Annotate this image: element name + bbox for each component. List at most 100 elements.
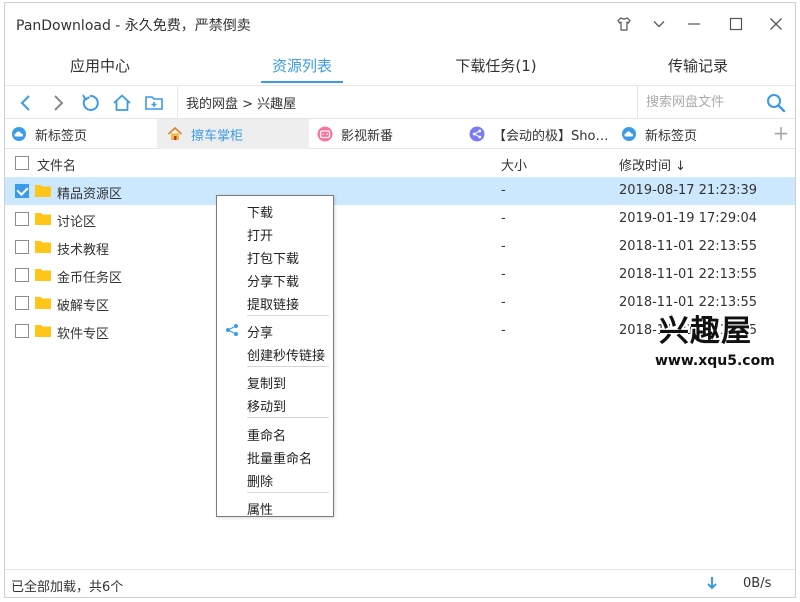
- table-row[interactable]: 精品资源区 - 2019-08-17 21:23:39: [5, 177, 795, 205]
- menu-item-label: 打开: [247, 229, 274, 244]
- row-checkbox[interactable]: [15, 324, 29, 338]
- tab-app-center[interactable]: 应用中心: [45, 45, 155, 85]
- browser-tab-label: 新标签页: [645, 128, 698, 144]
- browser-tab-new-2[interactable]: 新标签页: [621, 119, 767, 149]
- menu-item-label: 复制到: [247, 377, 287, 392]
- menu-item-extract-link[interactable]: 提取链接: [217, 291, 333, 313]
- folder-icon: [35, 325, 51, 337]
- menu-item-share[interactable]: 分享: [217, 319, 333, 341]
- menu-item-share-download[interactable]: 分享下载: [217, 268, 333, 290]
- main-tabs: 应用中心 资源列表 下载任务(1) 传输记录: [5, 45, 795, 85]
- share-icon: [226, 324, 238, 336]
- browser-tab-huidong[interactable]: 【会动的极】Sho…: [469, 119, 613, 149]
- file-name: 精品资源区: [57, 187, 123, 202]
- browser-tab-label: 【会动的极】Sho…: [493, 128, 609, 144]
- file-name: 软件专区: [57, 327, 110, 342]
- file-name: 破解专区: [57, 299, 110, 314]
- new-folder-button[interactable]: [143, 92, 165, 114]
- column-date[interactable]: 修改时间 ↓: [619, 155, 686, 174]
- status-bar: 已全部加载，共6个 0B/s: [5, 569, 795, 597]
- menu-button[interactable]: [646, 11, 672, 37]
- cloud-icon: [621, 126, 637, 142]
- tab-label: 传输记录: [667, 56, 728, 75]
- tab-resource-list[interactable]: 资源列表: [261, 45, 343, 85]
- menu-item-label: 创建秒传链接: [247, 349, 326, 364]
- browser-tab-yingshi[interactable]: 影视新番: [317, 119, 467, 149]
- back-button[interactable]: [15, 92, 37, 114]
- row-checkbox[interactable]: [15, 240, 29, 254]
- select-all-checkbox[interactable]: [15, 156, 29, 170]
- menu-separator: [247, 315, 329, 316]
- watermark-url: www.xqu5.com: [655, 353, 775, 369]
- search-box: [637, 86, 793, 118]
- file-name: 金币任务区: [57, 271, 123, 286]
- table-row[interactable]: 讨论区 - 2019-01-19 17:29:04: [5, 205, 795, 233]
- close-button[interactable]: [763, 11, 789, 37]
- arrow-left-icon: [20, 95, 30, 111]
- home-button[interactable]: [111, 92, 133, 114]
- row-checkbox[interactable]: [15, 296, 29, 310]
- refresh-button[interactable]: [79, 92, 101, 114]
- menu-item-properties[interactable]: 属性: [217, 496, 333, 518]
- menu-item-batch-rename[interactable]: 批量重命名: [217, 445, 333, 467]
- search-button[interactable]: [765, 92, 787, 114]
- folder-icon: [35, 185, 51, 197]
- file-size: -: [501, 239, 506, 254]
- tab-transfer-history[interactable]: 传输记录: [643, 45, 753, 85]
- menu-item-delete[interactable]: 删除: [217, 468, 333, 490]
- tab-download-tasks[interactable]: 下载任务(1): [441, 45, 551, 85]
- file-date: 2019-08-17 21:23:39: [619, 183, 758, 198]
- menu-item-rename[interactable]: 重命名: [217, 422, 333, 444]
- browser-tab-label: 影视新番: [341, 128, 394, 144]
- menu-item-open[interactable]: 打开: [217, 222, 333, 244]
- menu-item-create-instant-link[interactable]: 创建秒传链接: [217, 342, 333, 364]
- arrow-right-icon: [54, 95, 64, 111]
- app-window: PanDownload - 永久免费，严禁倒卖 应用中心 资源列表 下载任务(1…: [4, 2, 796, 598]
- row-checkbox[interactable]: [15, 268, 29, 282]
- file-size: -: [501, 183, 506, 198]
- column-size[interactable]: 大小: [501, 155, 527, 174]
- menu-separator: [247, 366, 329, 367]
- browser-tab-cachezhanggui[interactable]: 擦车掌柜: [157, 119, 309, 149]
- menu-item-move-to[interactable]: 移动到: [217, 393, 333, 415]
- status-text: 已全部加载，共6个: [11, 580, 124, 595]
- breadcrumb-text: 我的网盘 > 兴趣屋: [186, 96, 297, 112]
- shirt-icon: [617, 17, 631, 31]
- menu-item-pack-download[interactable]: 打包下载: [217, 245, 333, 267]
- menu-item-copy-to[interactable]: 复制到: [217, 370, 333, 392]
- bilibili-icon: [317, 126, 333, 142]
- menu-item-label: 批量重命名: [247, 452, 313, 467]
- new-tab-button[interactable]: +: [771, 123, 791, 144]
- share-icon: [469, 126, 485, 142]
- menu-item-label: 分享下载: [247, 275, 300, 290]
- file-name: 技术教程: [57, 243, 110, 258]
- maximize-button[interactable]: [723, 11, 749, 37]
- tab-label: 下载任务(1): [455, 56, 537, 75]
- forward-button[interactable]: [47, 92, 69, 114]
- file-name: 讨论区: [57, 215, 97, 230]
- close-icon: [770, 18, 782, 30]
- minimize-button[interactable]: [681, 11, 707, 37]
- menu-item-label: 打包下载: [247, 252, 300, 267]
- breadcrumb[interactable]: 我的网盘 > 兴趣屋: [177, 86, 637, 118]
- maximize-icon: [729, 17, 743, 31]
- menu-item-download[interactable]: 下载: [217, 199, 333, 221]
- table-row[interactable]: 金币任务区 - 2018-11-01 22:13:55: [5, 261, 795, 289]
- file-date: 2018-11-01 22:13:55: [619, 239, 758, 254]
- minimize-icon: [688, 23, 700, 25]
- table-row[interactable]: 技术教程 - 2018-11-01 22:13:55: [5, 233, 795, 261]
- file-size: -: [501, 211, 506, 226]
- search-icon: [767, 94, 786, 113]
- download-speed: 0B/s: [743, 576, 772, 591]
- file-size: -: [501, 267, 506, 282]
- menu-item-label: 删除: [247, 475, 274, 490]
- column-name[interactable]: 文件名: [37, 155, 76, 174]
- row-checkbox[interactable]: [15, 212, 29, 226]
- skin-button[interactable]: [611, 11, 637, 37]
- watermark: 兴趣屋 www.xqu5.com: [653, 313, 777, 375]
- browser-tab-new-1[interactable]: 新标签页: [11, 119, 161, 149]
- row-checkbox[interactable]: [15, 184, 29, 198]
- title-bar: PanDownload - 永久免费，严禁倒卖: [5, 3, 795, 43]
- context-menu: 下载 打开 打包下载 分享下载 提取链接 分享 创建秒传链接 复制到 移动到 重…: [216, 195, 334, 518]
- search-input[interactable]: [646, 92, 756, 112]
